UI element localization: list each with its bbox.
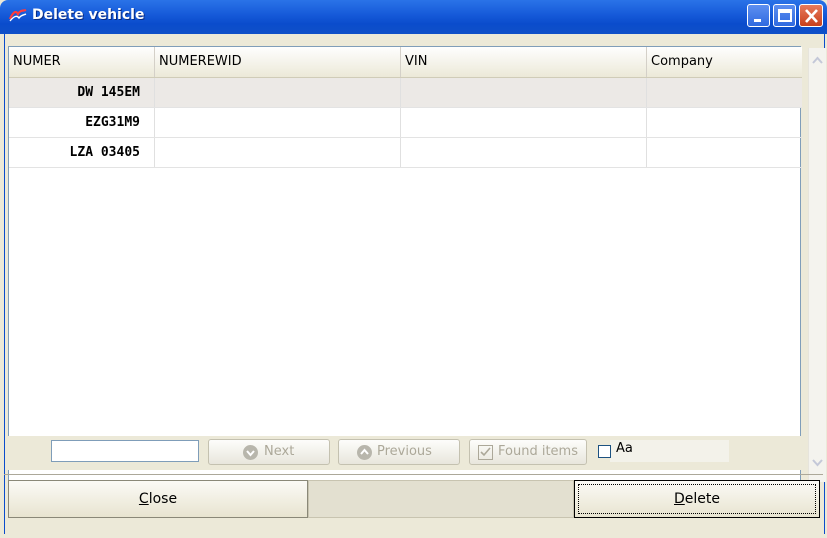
arrow-down-circle-icon bbox=[243, 445, 258, 460]
checklist-icon bbox=[478, 445, 493, 460]
found-items-button[interactable]: Found items bbox=[469, 439, 587, 465]
button-spacer bbox=[308, 480, 574, 518]
column-header-company[interactable]: Company bbox=[647, 47, 802, 77]
previous-label: Previous bbox=[377, 444, 432, 459]
previous-button[interactable]: Previous bbox=[338, 439, 460, 465]
divider bbox=[4, 474, 823, 475]
cell-vin bbox=[401, 78, 647, 107]
scroll-up-icon[interactable] bbox=[809, 52, 826, 69]
maximize-button[interactable] bbox=[773, 4, 796, 27]
app-logo-icon bbox=[9, 8, 27, 22]
cell-company bbox=[647, 78, 802, 107]
table-row[interactable]: DW 145EM bbox=[9, 78, 802, 108]
minimize-icon bbox=[754, 19, 761, 22]
scroll-down-icon[interactable] bbox=[809, 454, 826, 471]
title-bar[interactable]: Delete vehicle bbox=[0, 0, 827, 34]
delete-button[interactable]: Delete bbox=[574, 480, 820, 518]
window-title: Delete vehicle bbox=[32, 7, 145, 23]
arrow-up-circle-icon bbox=[357, 445, 372, 460]
vertical-scrollbar[interactable] bbox=[808, 48, 826, 482]
column-header-vin[interactable]: VIN bbox=[401, 47, 647, 77]
match-case-label: Aa bbox=[616, 441, 633, 456]
column-header-numerewid[interactable]: NUMEREWID bbox=[155, 47, 401, 77]
minimize-button[interactable] bbox=[747, 4, 770, 27]
next-label: Next bbox=[264, 444, 295, 459]
cell-numerewid bbox=[155, 138, 401, 167]
close-window-button[interactable] bbox=[799, 4, 823, 27]
cell-company bbox=[647, 138, 802, 167]
close-button[interactable]: Close bbox=[8, 480, 308, 518]
focus-rect bbox=[578, 484, 816, 514]
cell-numer: DW 145EM bbox=[9, 78, 155, 107]
cell-vin bbox=[401, 108, 647, 137]
maximize-icon bbox=[778, 9, 792, 22]
close-label: lose bbox=[148, 491, 178, 507]
close-icon bbox=[805, 9, 818, 23]
column-header-numer[interactable]: NUMER bbox=[9, 47, 155, 77]
cell-numer: LZA 03405 bbox=[9, 138, 155, 167]
cell-numer: EZG31M9 bbox=[9, 108, 155, 137]
search-bar: Next Previous Found items Aa bbox=[8, 436, 801, 470]
cell-company bbox=[647, 108, 802, 137]
cell-numerewid bbox=[155, 108, 401, 137]
next-button[interactable]: Next bbox=[208, 439, 330, 465]
table-row[interactable]: EZG31M9 bbox=[9, 108, 802, 138]
cell-numerewid bbox=[155, 78, 401, 107]
found-items-label: Found items bbox=[498, 444, 578, 459]
grid-header: NUMER NUMEREWID VIN Company bbox=[9, 47, 802, 78]
cell-vin bbox=[401, 138, 647, 167]
close-accelerator: C bbox=[138, 491, 149, 507]
table-row[interactable]: LZA 03405 bbox=[9, 138, 802, 168]
vehicle-grid[interactable]: NUMER NUMEREWID VIN Company DW 145EM EZG… bbox=[8, 46, 802, 484]
search-input[interactable] bbox=[51, 440, 199, 462]
match-case-checkbox[interactable] bbox=[598, 445, 611, 458]
delete-vehicle-window: Delete vehicle NUMER NUMEREWID VIN Compa… bbox=[0, 0, 827, 538]
